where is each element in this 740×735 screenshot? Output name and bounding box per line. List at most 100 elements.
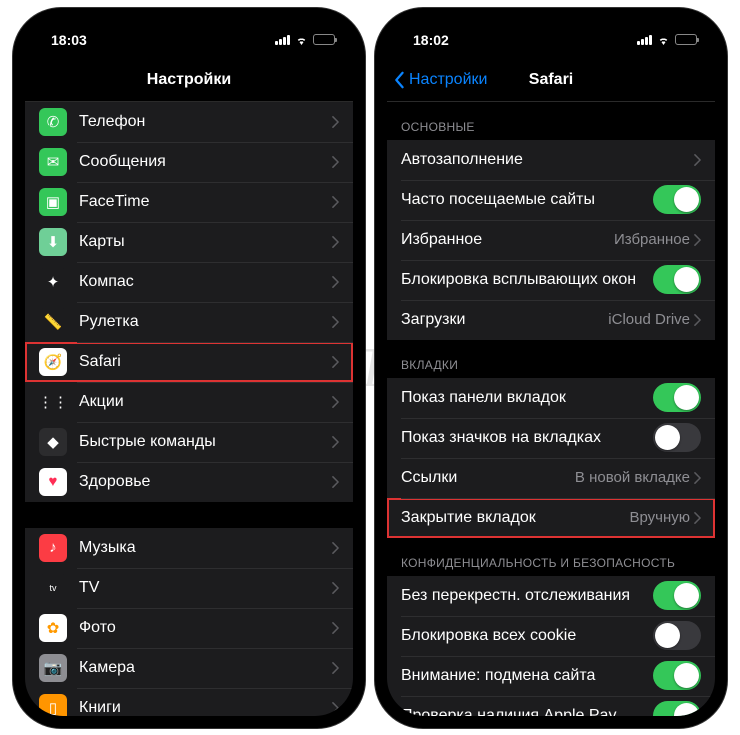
status-right bbox=[275, 34, 335, 45]
phone-left: 18:03 Настройки ✆ Телефон ✉Сообщения▣FaceT… bbox=[13, 8, 365, 728]
safari-list[interactable]: ОСНОВНЫЕ Автозаполнение Часто посещаемые с… bbox=[387, 102, 715, 716]
setting-row[interactable]: Закрытие вкладокВручную bbox=[387, 498, 715, 538]
settings-row-photos[interactable]: ✿ Фото bbox=[25, 608, 353, 648]
back-button[interactable]: Настройки bbox=[393, 60, 487, 101]
toggle[interactable] bbox=[653, 383, 701, 412]
settings-row-phone[interactable]: ✆ Телефон bbox=[25, 102, 353, 142]
compass-icon: ✦ bbox=[39, 268, 67, 296]
settings-row-music[interactable]: ♪Музыка bbox=[25, 528, 353, 568]
toggle[interactable] bbox=[653, 661, 701, 690]
section-header: ОСНОВНЫЕ bbox=[387, 102, 715, 140]
battery-icon bbox=[675, 34, 697, 45]
row-label: Акции bbox=[79, 393, 332, 411]
chevron-right-icon bbox=[332, 356, 339, 368]
row-label: Быстрые команды bbox=[79, 433, 332, 451]
row-label: Здоровье bbox=[79, 473, 332, 491]
navbar: Настройки Safari bbox=[387, 60, 715, 102]
photos-icon: ✿ bbox=[39, 614, 67, 642]
row-label: Автозаполнение bbox=[401, 151, 694, 169]
back-label: Настройки bbox=[409, 71, 487, 89]
chevron-left-icon bbox=[393, 71, 405, 89]
messages-icon: ✉ bbox=[39, 148, 67, 176]
setting-row[interactable]: Блокировка всех cookie bbox=[387, 616, 715, 656]
section-header: КОНФИДЕНЦИАЛЬНОСТЬ И БЕЗОПАСНОСТЬ bbox=[387, 538, 715, 576]
setting-row[interactable]: ИзбранноеИзбранное bbox=[387, 220, 715, 260]
row-label: Safari bbox=[79, 353, 332, 371]
chevron-right-icon bbox=[332, 662, 339, 674]
toggle[interactable] bbox=[653, 581, 701, 610]
settings-row-shortcuts[interactable]: ◆Быстрые команды bbox=[25, 422, 353, 462]
health-icon: ♥ bbox=[39, 468, 67, 496]
setting-row[interactable]: СсылкиВ новой вкладке bbox=[387, 458, 715, 498]
row-label: Книги bbox=[79, 699, 332, 716]
row-label: Фото bbox=[79, 619, 332, 637]
setting-row[interactable]: Проверка наличия Apple Pay bbox=[387, 696, 715, 716]
screen-settings: 18:03 Настройки ✆ Телефон ✉Сообщения▣FaceT… bbox=[25, 20, 353, 716]
measure-icon: 📏 bbox=[39, 308, 67, 336]
battery-icon bbox=[313, 34, 335, 45]
music-icon: ♪ bbox=[39, 534, 67, 562]
row-label: TV bbox=[79, 579, 332, 597]
row-label: Закрытие вкладок bbox=[401, 509, 629, 527]
status-right bbox=[637, 34, 697, 45]
chevron-right-icon bbox=[332, 436, 339, 448]
chevron-right-icon bbox=[332, 622, 339, 634]
settings-row-maps[interactable]: ⬇Карты bbox=[25, 222, 353, 262]
settings-row-measure[interactable]: 📏 Рулетка bbox=[25, 302, 353, 342]
row-label: FaceTime bbox=[79, 193, 332, 211]
chevron-right-icon bbox=[332, 702, 339, 714]
row-label: Избранное bbox=[401, 231, 614, 249]
settings-row-messages[interactable]: ✉Сообщения bbox=[25, 142, 353, 182]
chevron-right-icon bbox=[332, 236, 339, 248]
setting-row[interactable]: Внимание: подмена сайта bbox=[387, 656, 715, 696]
toggle[interactable] bbox=[653, 701, 701, 716]
settings-row-tv[interactable]: tv TV bbox=[25, 568, 353, 608]
toggle[interactable] bbox=[653, 185, 701, 214]
setting-row[interactable]: Автозаполнение bbox=[387, 140, 715, 180]
settings-row-books[interactable]: ▯ Книги bbox=[25, 688, 353, 716]
status-time: 18:02 bbox=[413, 32, 449, 48]
safari-icon: 🧭 bbox=[39, 348, 67, 376]
navbar: Настройки bbox=[25, 60, 353, 102]
settings-row-health[interactable]: ♥ Здоровье bbox=[25, 462, 353, 502]
row-value: Вручную bbox=[629, 509, 690, 526]
row-label: Блокировка всплывающих окон bbox=[401, 271, 653, 289]
chevron-right-icon bbox=[694, 234, 701, 246]
toggle[interactable] bbox=[653, 265, 701, 294]
setting-row[interactable]: Часто посещаемые сайты bbox=[387, 180, 715, 220]
chevron-right-icon bbox=[694, 314, 701, 326]
books-icon: ▯ bbox=[39, 694, 67, 716]
phone-icon: ✆ bbox=[39, 108, 67, 136]
settings-row-stocks[interactable]: ⋮⋮ Акции bbox=[25, 382, 353, 422]
row-label: Без перекрестн. отслеживания bbox=[401, 587, 653, 605]
tv-icon: tv bbox=[39, 574, 67, 602]
chevron-right-icon bbox=[332, 276, 339, 288]
settings-row-facetime[interactable]: ▣FaceTime bbox=[25, 182, 353, 222]
chevron-right-icon bbox=[332, 396, 339, 408]
stocks-icon: ⋮⋮ bbox=[39, 388, 67, 416]
toggle[interactable] bbox=[653, 621, 701, 650]
maps-icon: ⬇ bbox=[39, 228, 67, 256]
settings-list[interactable]: ✆ Телефон ✉Сообщения▣FaceTime⬇Карты✦Компас… bbox=[25, 102, 353, 716]
row-label: Телефон bbox=[79, 113, 332, 131]
row-label: Ссылки bbox=[401, 469, 575, 487]
chevron-right-icon bbox=[694, 472, 701, 484]
row-value: iCloud Drive bbox=[608, 311, 690, 328]
setting-row[interactable]: Показ значков на вкладках bbox=[387, 418, 715, 458]
chevron-right-icon bbox=[332, 116, 339, 128]
row-label: Рулетка bbox=[79, 313, 332, 331]
setting-row[interactable]: Блокировка всплывающих окон bbox=[387, 260, 715, 300]
status-time: 18:03 bbox=[51, 32, 87, 48]
row-label: Показ значков на вкладках bbox=[401, 429, 653, 447]
setting-row[interactable]: Без перекрестн. отслеживания bbox=[387, 576, 715, 616]
settings-row-camera[interactable]: 📷Камера bbox=[25, 648, 353, 688]
setting-row[interactable]: ЗагрузкиiCloud Drive bbox=[387, 300, 715, 340]
setting-row[interactable]: Показ панели вкладок bbox=[387, 378, 715, 418]
settings-row-compass[interactable]: ✦Компас bbox=[25, 262, 353, 302]
row-label: Внимание: подмена сайта bbox=[401, 667, 653, 685]
toggle[interactable] bbox=[653, 423, 701, 452]
chevron-right-icon bbox=[332, 316, 339, 328]
chevron-right-icon bbox=[332, 582, 339, 594]
row-value: В новой вкладке bbox=[575, 469, 690, 486]
settings-row-safari[interactable]: 🧭 Safari bbox=[25, 342, 353, 382]
